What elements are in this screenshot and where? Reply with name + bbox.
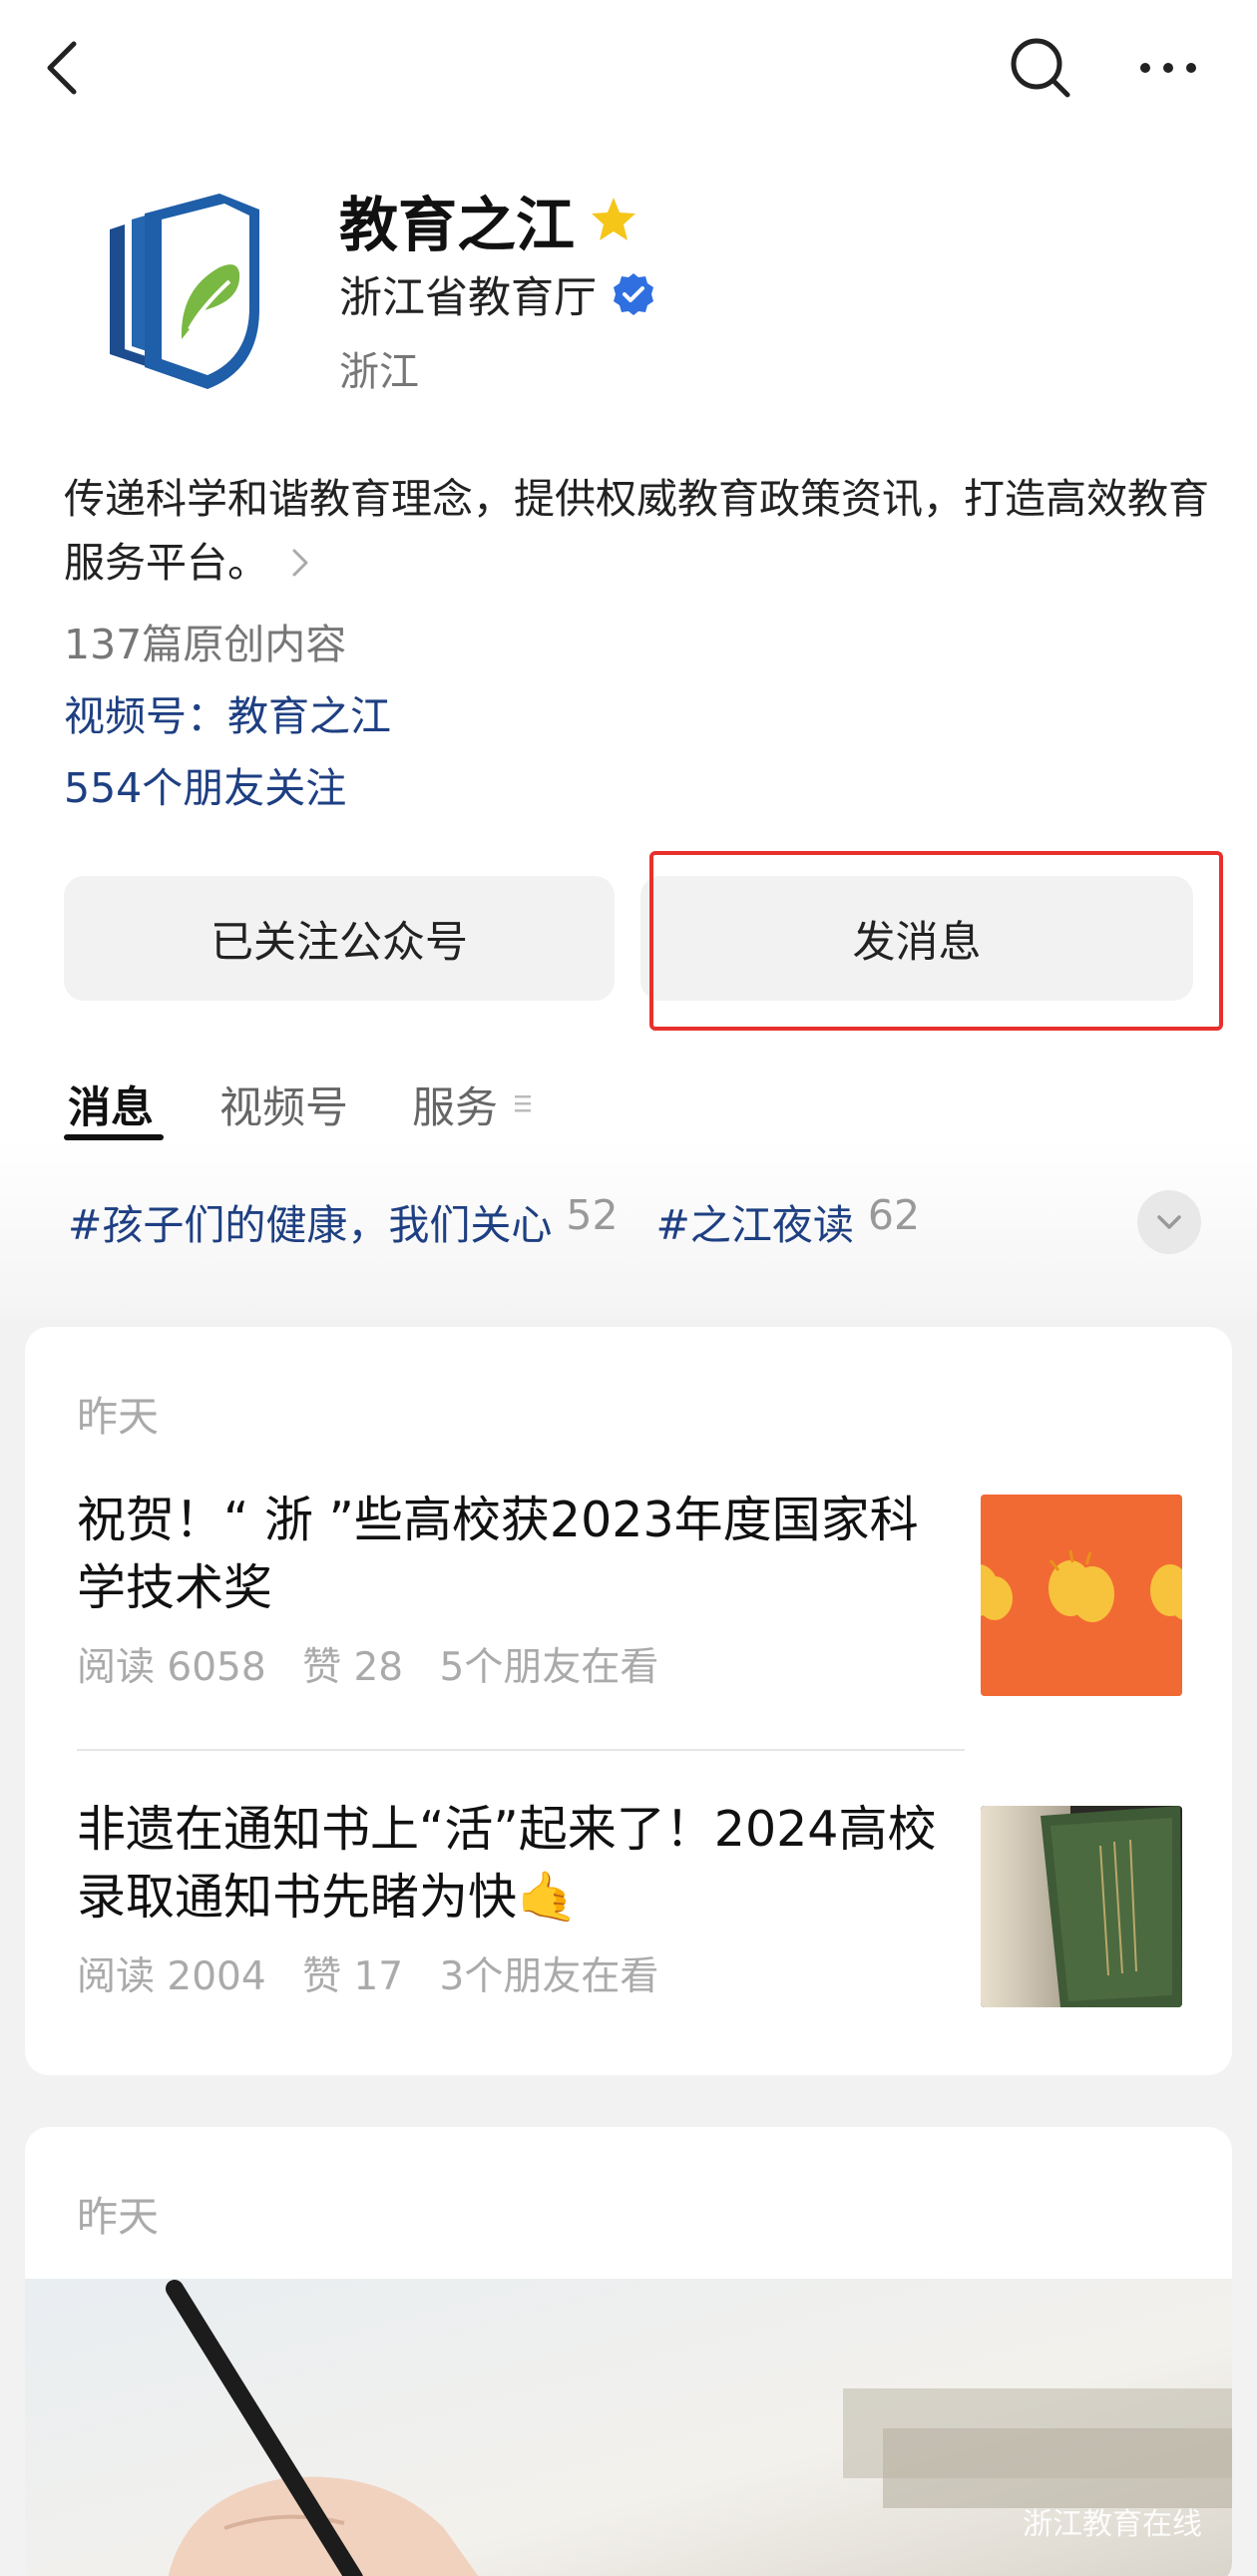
article-likes: 赞 28 <box>302 1645 404 1690</box>
organization-row[interactable]: 浙江省教育厅 <box>339 264 656 324</box>
account-name: 教育之江 <box>339 190 576 259</box>
article-item[interactable]: 祝贺！“ 浙 ”些高校获2023年度国家科学技术奖 阅读 6058 赞 28 5… <box>77 1487 955 1692</box>
hashtag-health-count: 52 <box>566 1191 619 1239</box>
hashtag-health[interactable]: #孩子们的健康，我们关心 <box>68 1191 552 1251</box>
article-meta: 阅读 2004 赞 17 3个朋友在看 <box>77 1945 955 2001</box>
article-reads: 阅读 2004 <box>77 1954 266 1999</box>
card-date: 昨天 <box>77 2193 159 2241</box>
article-reads: 阅读 6058 <box>77 1645 266 1690</box>
article-friends-reading: 3个朋友在看 <box>439 1954 659 1999</box>
article-item[interactable]: 非遗在通知书上“活”起来了！2024高校录取通知书先睹为快🤙 阅读 2004 赞… <box>77 1796 955 2001</box>
friends-following-link[interactable]: 554个朋友关注 <box>64 754 346 814</box>
more-icon[interactable] <box>1137 50 1199 86</box>
account-name-row: 教育之江 <box>339 180 638 259</box>
followed-button[interactable]: 已关注公众号 <box>64 876 615 1001</box>
image-watermark: 浙江教育在线 <box>1023 2507 1202 2542</box>
article-thumbnail[interactable] <box>981 1806 1182 2007</box>
message-card: 昨天 祝贺！“ 浙 ”些高校获2023年度国家科学技术奖 阅读 6058 赞 2… <box>25 1327 1232 2075</box>
back-arrow-icon[interactable] <box>40 38 90 98</box>
article-title: 祝贺！“ 浙 ”些高校获2023年度国家科学技术奖 <box>77 1492 919 1616</box>
search-icon[interactable] <box>1008 35 1072 100</box>
article-friends-reading: 5个朋友在看 <box>439 1645 659 1690</box>
verified-icon <box>614 273 653 315</box>
menu-lines-icon <box>515 1095 531 1112</box>
chevron-right-icon[interactable] <box>286 543 314 583</box>
tab-messages[interactable]: 消息 <box>68 1073 154 1135</box>
article-meta: 阅读 6058 赞 28 5个朋友在看 <box>77 1636 955 1692</box>
admission-letter-photo <box>981 1806 1182 2007</box>
card-date: 昨天 <box>77 1393 159 1441</box>
original-count: 137篇原创内容 <box>64 621 347 668</box>
article-title: 非遗在通知书上“活”起来了！2024高校录取通知书先睹为快🤙 <box>77 1801 937 1926</box>
chevron-down-icon <box>1157 1215 1181 1229</box>
account-bio[interactable]: 传递科学和谐教育理念，提供权威教育政策资讯，打造高效教育服务平台。 <box>64 467 1211 595</box>
highlight-annotation-box <box>649 851 1223 1031</box>
hashtag-row: #孩子们的健康，我们关心 52 #之江夜读 62 <box>68 1191 958 1251</box>
article-divider <box>77 1749 965 1751</box>
article-thumbnail[interactable] <box>981 1495 1182 1696</box>
account-logo <box>110 194 259 389</box>
account-region: 浙江 <box>339 349 419 395</box>
bio-text: 传递科学和谐教育理念，提供权威教育政策资讯，打造高效教育服务平台。 <box>64 475 1209 587</box>
tab-video-channel[interactable]: 视频号 <box>219 1073 348 1135</box>
message-card: 昨天 浙江教育在线 <box>25 2127 1232 2576</box>
video-channel-link[interactable]: 视频号：教育之江 <box>64 682 391 742</box>
article-cover-image[interactable]: 浙江教育在线 <box>25 2279 1232 2576</box>
clapping-hands-illustration <box>981 1495 1182 1696</box>
tab-services[interactable]: 服务 <box>412 1073 498 1135</box>
star-icon <box>592 198 636 240</box>
active-tab-indicator <box>64 1134 164 1140</box>
expand-tags-button[interactable] <box>1137 1190 1201 1254</box>
hashtag-night-reading[interactable]: #之江夜读 <box>656 1191 854 1251</box>
organization-name: 浙江省教育厅 <box>339 273 597 323</box>
article-likes: 赞 17 <box>302 1954 404 1999</box>
hashtag-night-reading-count: 62 <box>867 1191 921 1239</box>
